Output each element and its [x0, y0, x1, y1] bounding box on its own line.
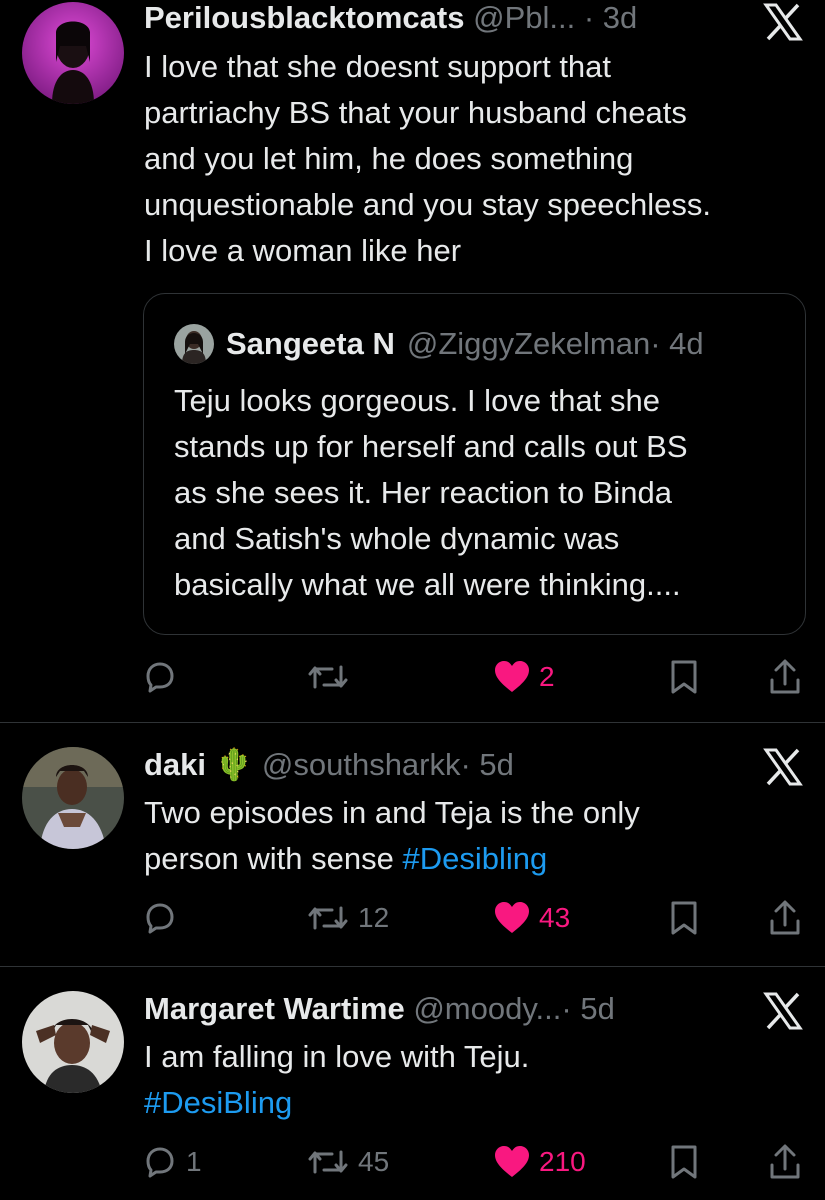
author-name[interactable]: daki	[144, 747, 206, 782]
author-name[interactable]: Margaret Wartime	[144, 991, 405, 1026]
cactus-emoji: 🌵	[214, 747, 254, 782]
like-button[interactable]: 43	[493, 896, 570, 940]
tweet-header: Margaret Wartime @moody...· 5d	[144, 991, 615, 1027]
like-count: 2	[539, 661, 555, 692]
reply-count: 1	[186, 1146, 202, 1177]
quoted-timestamp[interactable]: · 4d	[650, 326, 703, 361]
repost-count: 45	[358, 1146, 390, 1177]
timestamp[interactable]: · 3d	[584, 0, 637, 35]
avatar[interactable]	[22, 747, 124, 849]
author-handle[interactable]: @Pbl...	[473, 0, 575, 35]
repost-icon	[308, 906, 348, 930]
bookmark-button[interactable]	[667, 896, 701, 940]
share-icon	[770, 659, 800, 694]
tweet-text: Two episodes in and Teja is the only per…	[144, 795, 640, 876]
repost-button[interactable]	[306, 655, 358, 699]
action-bar: 2	[0, 655, 825, 699]
author-name[interactable]: Perilousblacktomcats	[144, 0, 464, 35]
reply-icon	[146, 1147, 174, 1178]
quoted-tweet[interactable]: Sangeeta N @ZiggyZekelman· 4d Teju looks…	[143, 293, 806, 635]
action-bar: 12 43	[0, 896, 825, 940]
bookmark-icon	[671, 660, 697, 694]
x-logo-icon	[763, 748, 803, 786]
repost-icon	[308, 1150, 348, 1174]
bookmark-icon	[671, 901, 697, 935]
tweet-header: daki 🌵 @southsharkk· 5d	[144, 747, 514, 783]
author-handle[interactable]: @southsharkk	[262, 747, 461, 782]
share-button[interactable]	[767, 896, 803, 940]
bookmark-icon	[671, 1145, 697, 1179]
x-logo-icon	[763, 992, 803, 1030]
timestamp[interactable]: · 5d	[461, 747, 514, 782]
share-button[interactable]	[767, 655, 803, 699]
like-count: 43	[539, 902, 571, 933]
avatar[interactable]	[22, 991, 124, 1093]
action-bar: 1 45 210	[0, 1140, 825, 1184]
like-button[interactable]: 210	[493, 1140, 586, 1184]
tweet-2[interactable]: daki 🌵 @southsharkk· 5d Two episodes in …	[0, 723, 825, 966]
bookmark-button[interactable]	[667, 1140, 701, 1184]
repost-icon	[308, 665, 348, 689]
reply-icon	[146, 903, 174, 934]
tweet-text: I love that she doesnt support that part…	[144, 49, 712, 268]
quoted-tweet-header: Sangeeta N @ZiggyZekelman· 4d	[174, 324, 704, 364]
tweet-header: Perilousblacktomcats @Pbl... · 3d	[144, 0, 637, 36]
like-button[interactable]: 2	[493, 655, 555, 699]
hashtag-link[interactable]: #DesiBling	[144, 1080, 804, 1126]
repost-button[interactable]: 45	[306, 1140, 389, 1184]
quoted-tweet-text: Teju looks gorgeous. I love that she sta…	[174, 383, 688, 602]
reply-button[interactable]: 1	[142, 1140, 202, 1184]
tweet-text: I am falling in love with Teju. #DesiBli…	[144, 1034, 804, 1126]
author-handle[interactable]: @moody...	[413, 991, 561, 1026]
heart-icon	[495, 661, 529, 692]
tweet-3[interactable]: Margaret Wartime @moody...· 5d I am fall…	[0, 967, 825, 1200]
share-button[interactable]	[767, 1140, 803, 1184]
x-logo-icon	[763, 3, 803, 41]
reply-button[interactable]	[142, 896, 186, 940]
quoted-author-handle[interactable]: @ZiggyZekelman	[407, 326, 650, 361]
share-icon	[770, 1144, 800, 1179]
heart-icon	[495, 1146, 529, 1177]
bookmark-button[interactable]	[667, 655, 701, 699]
heart-icon	[495, 902, 529, 933]
repost-button[interactable]: 12	[306, 896, 389, 940]
share-icon	[770, 900, 800, 935]
avatar[interactable]	[22, 2, 124, 104]
quoted-author-name[interactable]: Sangeeta N	[226, 326, 395, 362]
repost-count: 12	[358, 902, 390, 933]
reply-button[interactable]	[142, 655, 186, 699]
hashtag-link[interactable]: #Desibling	[402, 841, 547, 876]
reply-icon	[146, 662, 174, 693]
like-count: 210	[539, 1146, 586, 1177]
tweet-1[interactable]: Perilousblacktomcats @Pbl... · 3d I love…	[0, 0, 825, 722]
quoted-avatar[interactable]	[174, 324, 214, 364]
timestamp[interactable]: · 5d	[561, 991, 614, 1026]
